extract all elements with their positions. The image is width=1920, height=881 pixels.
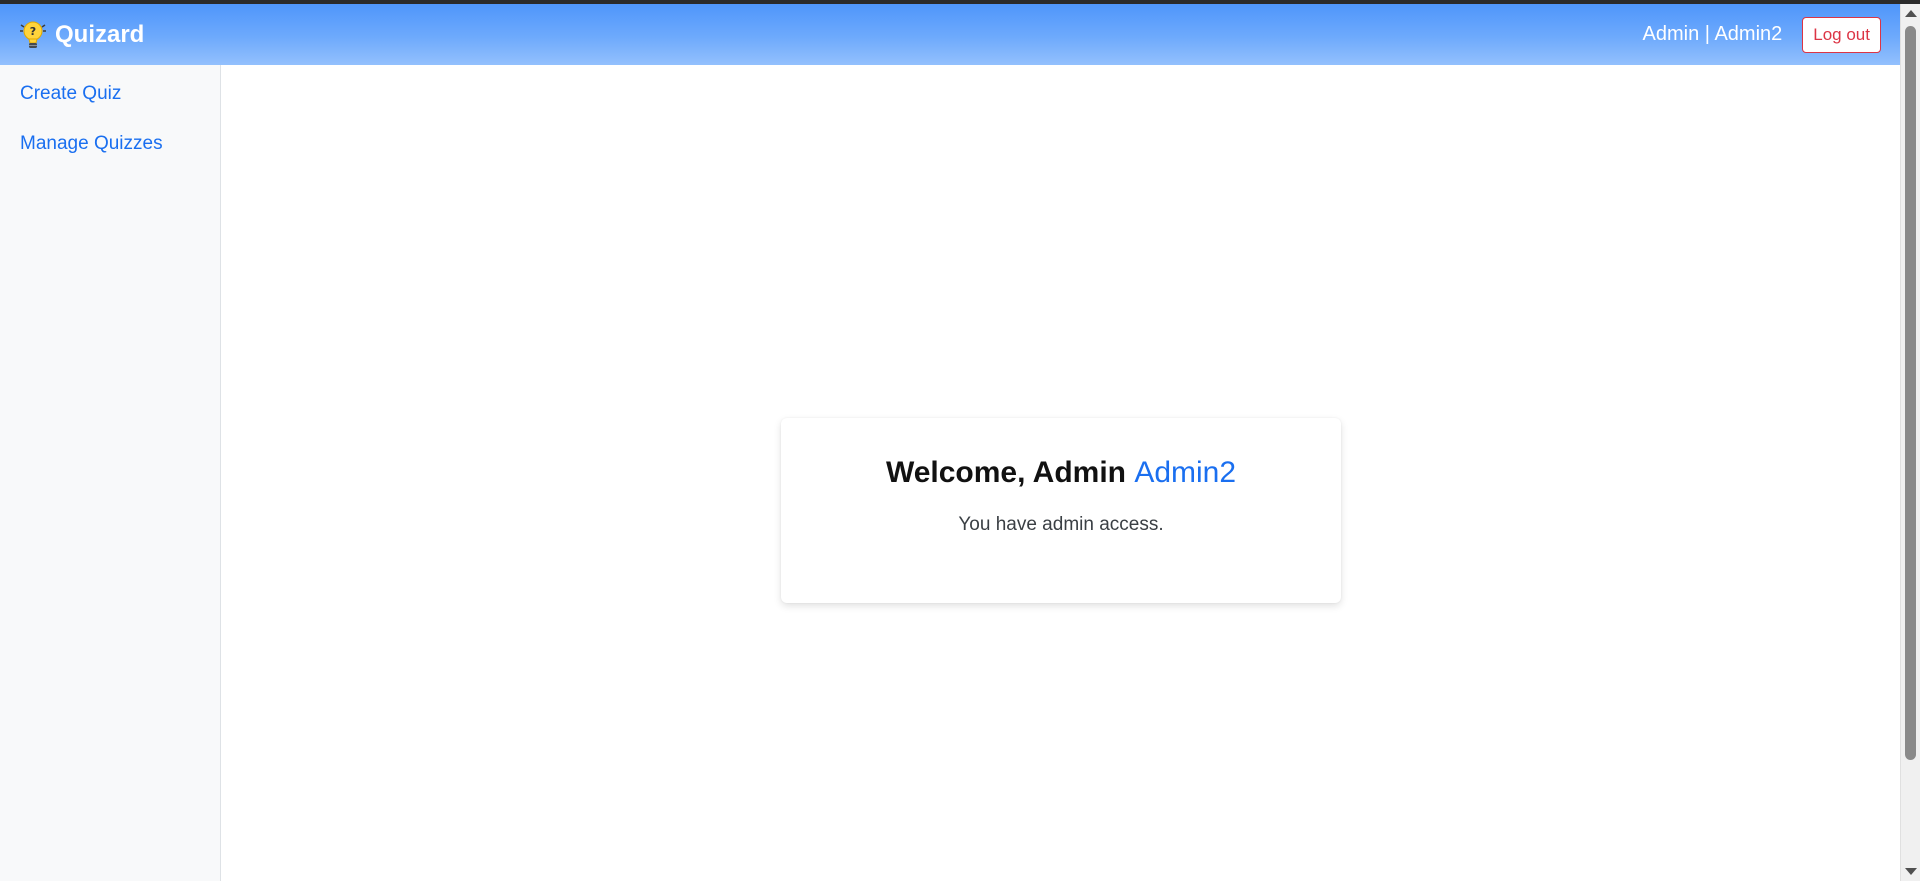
brand-link[interactable]: ? Quizard [19, 19, 144, 51]
main-content: Welcome, Admin Admin2 You have admin acc… [221, 65, 1900, 881]
app-root: ? Quizard Admin | Admin2 Log out Create … [0, 4, 1900, 881]
scroll-up-icon[interactable] [1905, 10, 1917, 17]
lightbulb-question-icon: ? [19, 19, 47, 51]
welcome-username: Admin2 [1134, 456, 1237, 489]
vertical-scrollbar[interactable] [1900, 4, 1920, 881]
brand-name: Quizard [55, 20, 145, 48]
user-role-label: Admin | Admin2 [1642, 23, 1783, 45]
welcome-card: Welcome, Admin Admin2 You have admin acc… [781, 418, 1341, 603]
logout-button[interactable]: Log out [1802, 16, 1881, 53]
sidebar: Create Quiz Manage Quizzes [0, 65, 221, 881]
top-navbar: ? Quizard Admin | Admin2 Log out [0, 4, 1900, 65]
welcome-subtitle: You have admin access. [958, 514, 1164, 535]
scroll-down-icon[interactable] [1905, 868, 1917, 875]
welcome-prefix: Welcome, Admin [885, 456, 1135, 489]
welcome-heading: Welcome, Admin Admin2 [781, 456, 1341, 490]
navbar-right: Admin | Admin2 Log out [1642, 16, 1881, 53]
svg-text:?: ? [30, 25, 36, 38]
scroll-thumb[interactable] [1905, 26, 1916, 760]
sidebar-item-manage-quizzes[interactable]: Manage Quizzes [0, 130, 220, 180]
sidebar-item-create-quiz[interactable]: Create Quiz [0, 80, 220, 130]
